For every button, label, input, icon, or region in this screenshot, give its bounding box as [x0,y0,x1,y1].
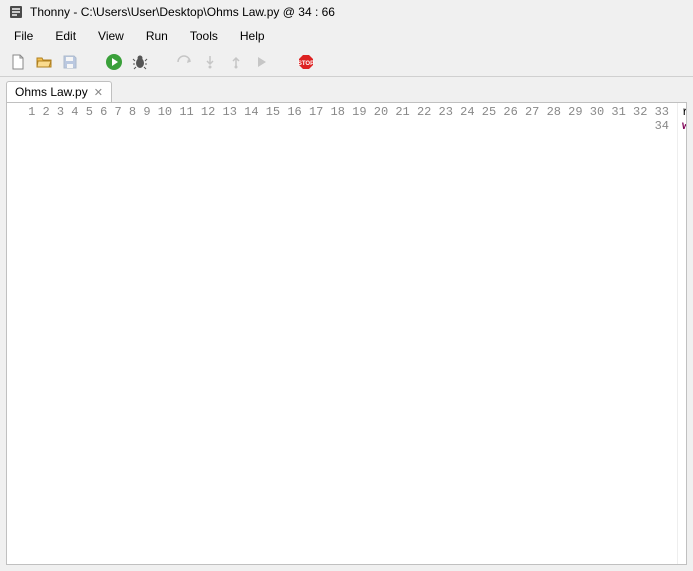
code-editor[interactable]: 1 2 3 4 5 6 7 8 9 10 11 12 13 14 15 16 1… [6,102,687,565]
tab-bar: Ohms Law.py ✕ [0,77,693,102]
save-file-button[interactable] [60,52,80,72]
resume-button[interactable] [252,52,272,72]
open-file-button[interactable] [34,52,54,72]
svg-text:STOP: STOP [298,61,314,67]
tab-active[interactable]: Ohms Law.py ✕ [6,81,112,102]
menu-help[interactable]: Help [230,26,275,46]
menu-tools[interactable]: Tools [180,26,228,46]
title-bar: Thonny - C:\Users\User\Desktop\Ohms Law.… [0,0,693,24]
window-title: Thonny - C:\Users\User\Desktop\Ohms Law.… [30,5,335,19]
app-icon [8,4,24,20]
toolbar: STOP [0,48,693,77]
debug-button[interactable] [130,52,150,72]
code-area[interactable]: repeat=1 while (repeat==1): print("1. Ca… [678,103,686,564]
new-file-button[interactable] [8,52,28,72]
menu-edit[interactable]: Edit [45,26,86,46]
menu-bar: File Edit View Run Tools Help [0,24,693,48]
step-out-button[interactable] [226,52,246,72]
tab-label: Ohms Law.py [15,85,88,99]
menu-run[interactable]: Run [136,26,178,46]
menu-view[interactable]: View [88,26,134,46]
run-button[interactable] [104,52,124,72]
close-icon[interactable]: ✕ [94,86,103,99]
step-into-button[interactable] [200,52,220,72]
step-over-button[interactable] [174,52,194,72]
line-gutter: 1 2 3 4 5 6 7 8 9 10 11 12 13 14 15 16 1… [7,103,678,564]
menu-file[interactable]: File [4,26,43,46]
stop-button[interactable]: STOP [296,52,316,72]
